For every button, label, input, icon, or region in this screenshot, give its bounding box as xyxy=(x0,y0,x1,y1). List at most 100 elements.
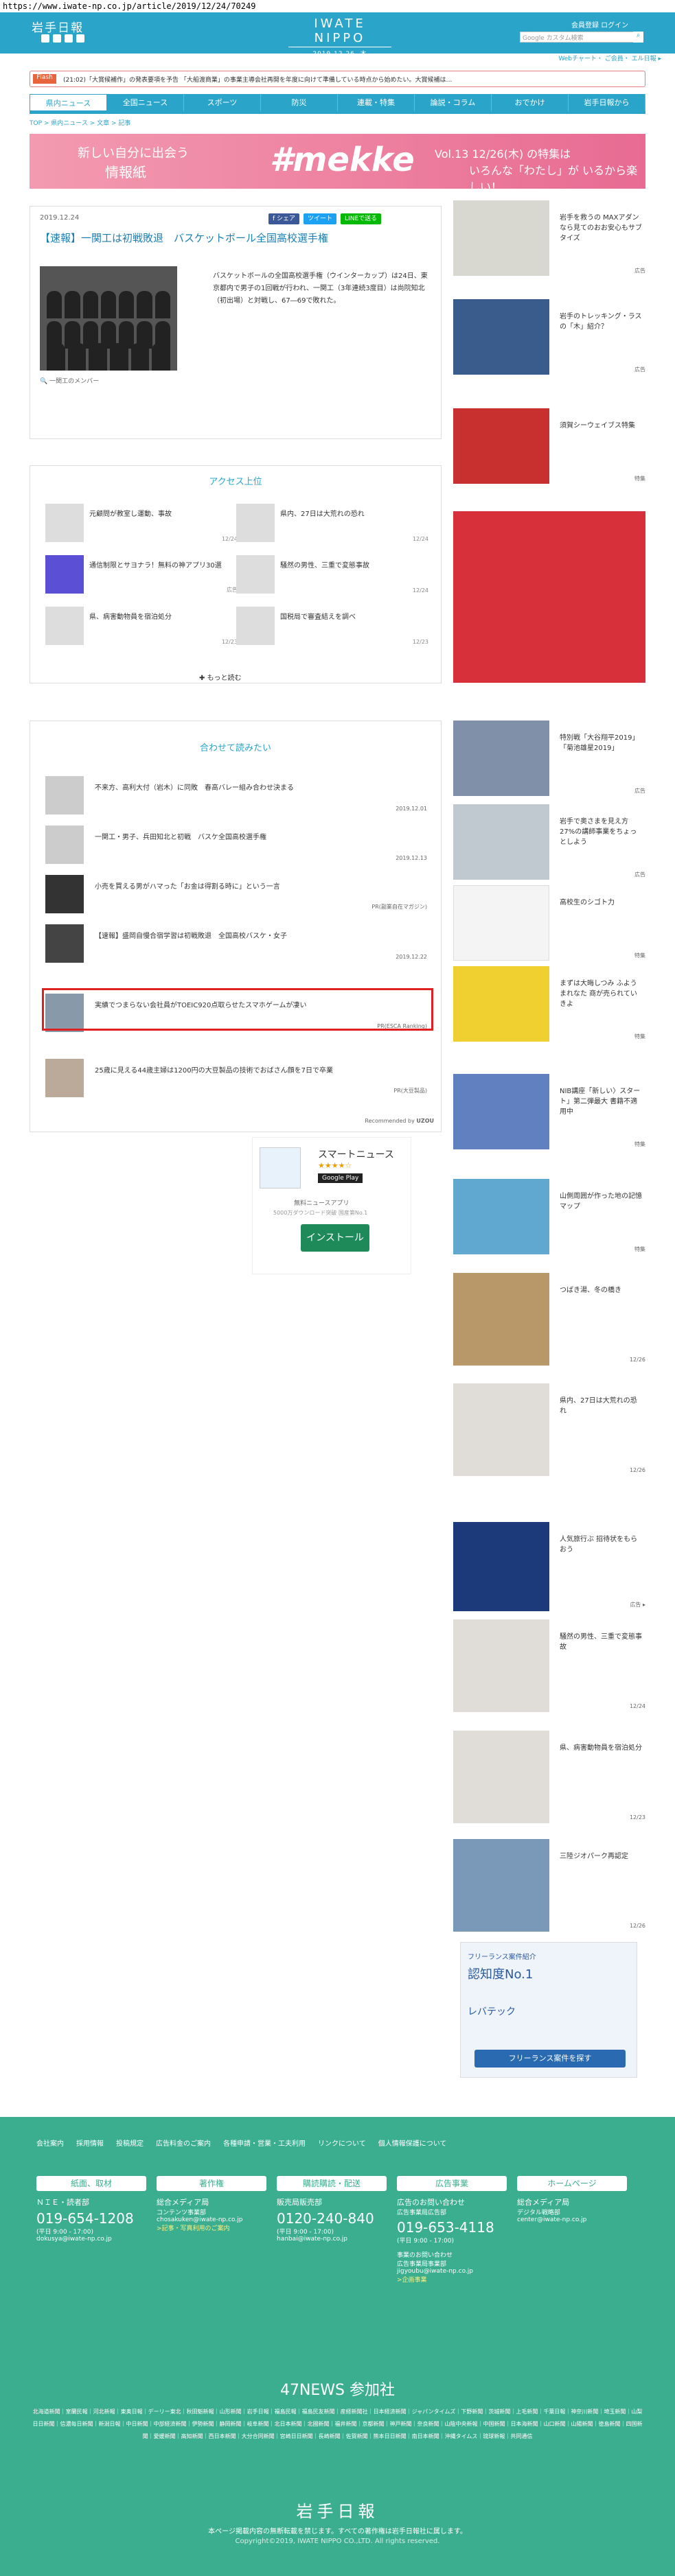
nav-item[interactable]: 連載・特集 xyxy=(338,94,415,111)
ad-sub: 無料ニュースアプリ xyxy=(294,1200,350,1207)
google-play-badge[interactable]: Google Play xyxy=(318,1173,363,1183)
footer-link[interactable]: リンクについて xyxy=(318,2138,366,2148)
ranking-item[interactable]: 県内、27日は大荒れの恐れ 12/24 xyxy=(236,504,428,542)
line-share-button[interactable]: LINEで送る xyxy=(341,213,382,224)
phone-number[interactable]: 019-654-1208 xyxy=(36,2210,146,2227)
footer-mail[interactable]: chosakuken@iwate-np.co.jp xyxy=(157,2216,266,2223)
sidebar-item[interactable]: 騒然の男性、三重で変態事故 12/24 xyxy=(453,1619,645,1712)
breadcrumb[interactable]: TOP > 県内ニュース > 文章 > 記事 xyxy=(30,118,130,127)
url-bar[interactable]: https://www.iwate-np.co.jp/article/2019/… xyxy=(0,0,675,14)
related-item[interactable]: 不来方、高利大付（岩木）に同敗 春高バレー組み合わせ決まる 2019.12.01 xyxy=(45,776,427,815)
sidebar-item[interactable]: 須賀シーウェイブス特集 特集 xyxy=(453,408,645,485)
footer-link[interactable]: >企画事業 xyxy=(397,2275,507,2284)
search-icon[interactable]: ⌕ xyxy=(633,32,643,43)
photo-row xyxy=(47,343,171,371)
47news-list[interactable]: 北海道新聞｜室蘭民報｜河北新報｜東奥日報｜デーリー東北｜秋田魁新報｜山形新聞｜岩… xyxy=(31,2406,644,2443)
footer-col-text: 販売局販売部 xyxy=(277,2198,322,2207)
sidebar-item[interactable]: 高校生のシゴト力 特集 xyxy=(453,885,645,962)
line-icon[interactable] xyxy=(65,34,73,43)
phone-number[interactable]: 0120-240-840 xyxy=(277,2210,387,2227)
nav-item[interactable]: 岩手日報から xyxy=(569,94,645,111)
footer-link[interactable]: 個人情報保護について xyxy=(378,2138,447,2148)
center-logo[interactable]: IWATE NIPPO 2019.12.26. 木 xyxy=(288,16,391,58)
footer-link[interactable]: 広告料金のご案内 xyxy=(156,2138,211,2148)
footer-mail[interactable]: jigyoubu@iwate-np.co.jp xyxy=(397,2268,507,2275)
sidebar-item[interactable]: まずは大晦しつみ ふようまれなた 商が売られていきよ 特集 xyxy=(453,966,645,1043)
related-heading: 合わせて読みたい xyxy=(199,743,271,753)
sidebar-item[interactable]: 山側周囲が作った地の記憶マップ 特集 xyxy=(453,1179,645,1256)
flash-news[interactable]: Flash (21:02)「大賞候補作」の発表要項を予告 「大船渡商業」の事業主… xyxy=(30,71,645,87)
ad-stars: ★★★★☆ xyxy=(318,1161,352,1170)
freelance-ad-line: 認知度No.1 xyxy=(468,1967,534,1982)
ranking-item[interactable]: 騒然の男性、三重で変態事故 12/24 xyxy=(236,555,428,594)
instagram-icon[interactable] xyxy=(76,34,84,43)
uzou-logo: UZOU xyxy=(416,1118,434,1124)
footer-link[interactable]: 各種申請・営業・工夫利用 xyxy=(223,2138,306,2148)
article-photo[interactable] xyxy=(40,266,177,371)
sidebar-item[interactable]: 県内、27日は大荒れの恐れ 12/26 xyxy=(453,1383,645,1476)
freelance-ad-line: フリーランス案件紹介 xyxy=(468,1954,536,1961)
related-item[interactable]: 25歳に見える44歳主婦は1200円の大豆製品の技術でおばさん顔を7日で卒業 PR… xyxy=(45,1059,427,1097)
footer-logo[interactable]: 岩手日報 xyxy=(0,2498,675,2522)
sidebar-item[interactable]: 岩手で奥さまを見え方27%の講師事業をちょっとしよう 広告 xyxy=(453,804,645,881)
sidebar-item[interactable]: つばき湯、冬の橋き 12/26 xyxy=(453,1273,645,1366)
related-item[interactable]: 小売を買える男がハマった「お金は得割る時に」という一言 PR(副業自在マガジン) xyxy=(45,875,427,913)
sidebar-item[interactable]: NIB講座「新しい〉スタート」第二弾最大 書籍不適用中 特集 xyxy=(453,1074,645,1151)
footer-col-subscription: 購読購読・配送 販売局販売部 0120-240-840 (平日 9:00 - 1… xyxy=(277,2176,387,2243)
freelance-search-button[interactable]: フリーランス案件を探す xyxy=(474,2050,626,2068)
banner-text: いろんな「わたし」が いるから楽しい！ xyxy=(469,164,638,194)
sidebar-item[interactable]: 三陸ジオパーク再認定 12/26 xyxy=(453,1839,645,1932)
nav-item[interactable]: 県内ニュース xyxy=(30,94,107,111)
footer-link[interactable]: 会社案内 xyxy=(36,2138,64,2148)
ranking-item[interactable]: 県、病害動物員を宿泊処分 12/23 xyxy=(45,607,238,645)
mekke-banner[interactable]: 新しい自分に出会う 情報紙 #mekke Vol.13 12/26(木) の特集… xyxy=(30,134,645,194)
footer-col-text: 広告事業局事業部 xyxy=(397,2261,447,2268)
sidebar-item[interactable]: 特別戦「大谷翔平2019」「菊池雄星2019」 広告 xyxy=(453,721,645,797)
freelance-ad-brand: レバテック xyxy=(468,2006,516,2017)
nav-item[interactable]: 防災 xyxy=(261,94,338,111)
facebook-share-button[interactable]: f シェア xyxy=(268,213,300,224)
sidebar-item[interactable]: 県、病害動物員を宿泊処分 12/23 xyxy=(453,1731,645,1823)
footer-link[interactable]: 採用情報 xyxy=(76,2138,104,2148)
footer-link[interactable]: 投稿規定 xyxy=(116,2138,144,2148)
tweet-button[interactable]: ツイート xyxy=(304,213,337,224)
nav-item[interactable]: 全国ニュース xyxy=(107,94,184,111)
photo-caption: 🔍 一関工のメンバー xyxy=(40,378,100,385)
twitter-icon[interactable] xyxy=(41,34,49,43)
footer-mail[interactable]: center@iwate-np.co.jp xyxy=(517,2216,627,2223)
footer-col-head: 著作権 xyxy=(157,2176,266,2191)
ad-app-name: スマートニュース xyxy=(318,1149,394,1160)
freelance-ad[interactable]: フリーランス案件紹介 認知度No.1 レバテック フリーランス案件を探す xyxy=(460,1942,637,2078)
nav-item[interactable]: おでかけ xyxy=(492,94,569,111)
smartnews-ad[interactable]: スマートニュース ★★★★☆ Google Play 無料ニュースアプリ 500… xyxy=(252,1137,411,1274)
ranking-item[interactable]: 国税局で審査結えを調べ 12/23 xyxy=(236,607,428,645)
install-button[interactable]: インストール xyxy=(301,1224,369,1252)
ranking-item[interactable]: 元顧問が教室し運動、事故 12/24 xyxy=(45,504,238,542)
search-input[interactable]: Google カスタム検索 xyxy=(520,32,643,43)
flash-tag: Flash xyxy=(33,74,56,84)
footer-col-homepage: ホームページ 総合メディア局 デジタル戦略部 center@iwate-np.c… xyxy=(517,2176,627,2223)
related-item[interactable]: 一関工・男子、兵田知北と初戦 バスケ全国高校選手権 2019.12.13 xyxy=(45,826,427,864)
ranking-item[interactable]: 通信制限とサヨナラ！無料の神アプリ30選 広告 xyxy=(45,555,238,594)
nav-item[interactable]: 論説・コラム xyxy=(415,94,492,111)
sidebar-item[interactable]: 人気旅行ぶ 招待状をもらおう 広告 ▸ xyxy=(453,1522,645,1611)
footer-mail[interactable]: hanbai@iwate-np.co.jp xyxy=(277,2236,387,2243)
more-link[interactable]: ✚ もっと読む xyxy=(199,672,242,682)
phone-number[interactable]: 019-653-4118 xyxy=(397,2219,507,2236)
sidebar-item[interactable]: 岩手を救うの MAXアダンなら見てのおお安心もサブタイズ 広告 xyxy=(453,200,645,277)
sidebar-item[interactable] xyxy=(453,511,645,683)
sub-links[interactable]: Webチャート・ ご会員・ エル日報 ▸ xyxy=(0,54,675,63)
access-heading: アクセス上位 xyxy=(209,477,262,487)
footer-link[interactable]: >記事・写真利用のご案内 xyxy=(157,2223,266,2232)
facebook-icon[interactable] xyxy=(53,34,61,43)
related-item[interactable]: 【速報】盛岡自慢合宿学習は初戦敗退 全国高校バスケ・女子 2019.12.22 xyxy=(45,924,427,963)
site-logo[interactable]: 岩手日報 xyxy=(32,18,84,35)
copyright: Copyright©2019, IWATE NIPPO CO.,LTD. All… xyxy=(235,2538,440,2545)
nav-item[interactable]: スポーツ xyxy=(184,94,261,111)
sidebar-item[interactable]: 岩手のトレッキング・ラスの「木」紹介？ 広告 xyxy=(453,299,645,376)
member-links[interactable]: 会員登録 ログイン xyxy=(571,19,628,30)
footer-hours: (平日 9:00 - 17:00) xyxy=(36,2229,93,2236)
footer-col-text: コンテンツ事業部 xyxy=(157,2210,207,2216)
banner-text: 新しい自分に出会う xyxy=(78,146,189,161)
footer-mail[interactable]: dokusya@iwate-np.co.jp xyxy=(36,2236,146,2243)
